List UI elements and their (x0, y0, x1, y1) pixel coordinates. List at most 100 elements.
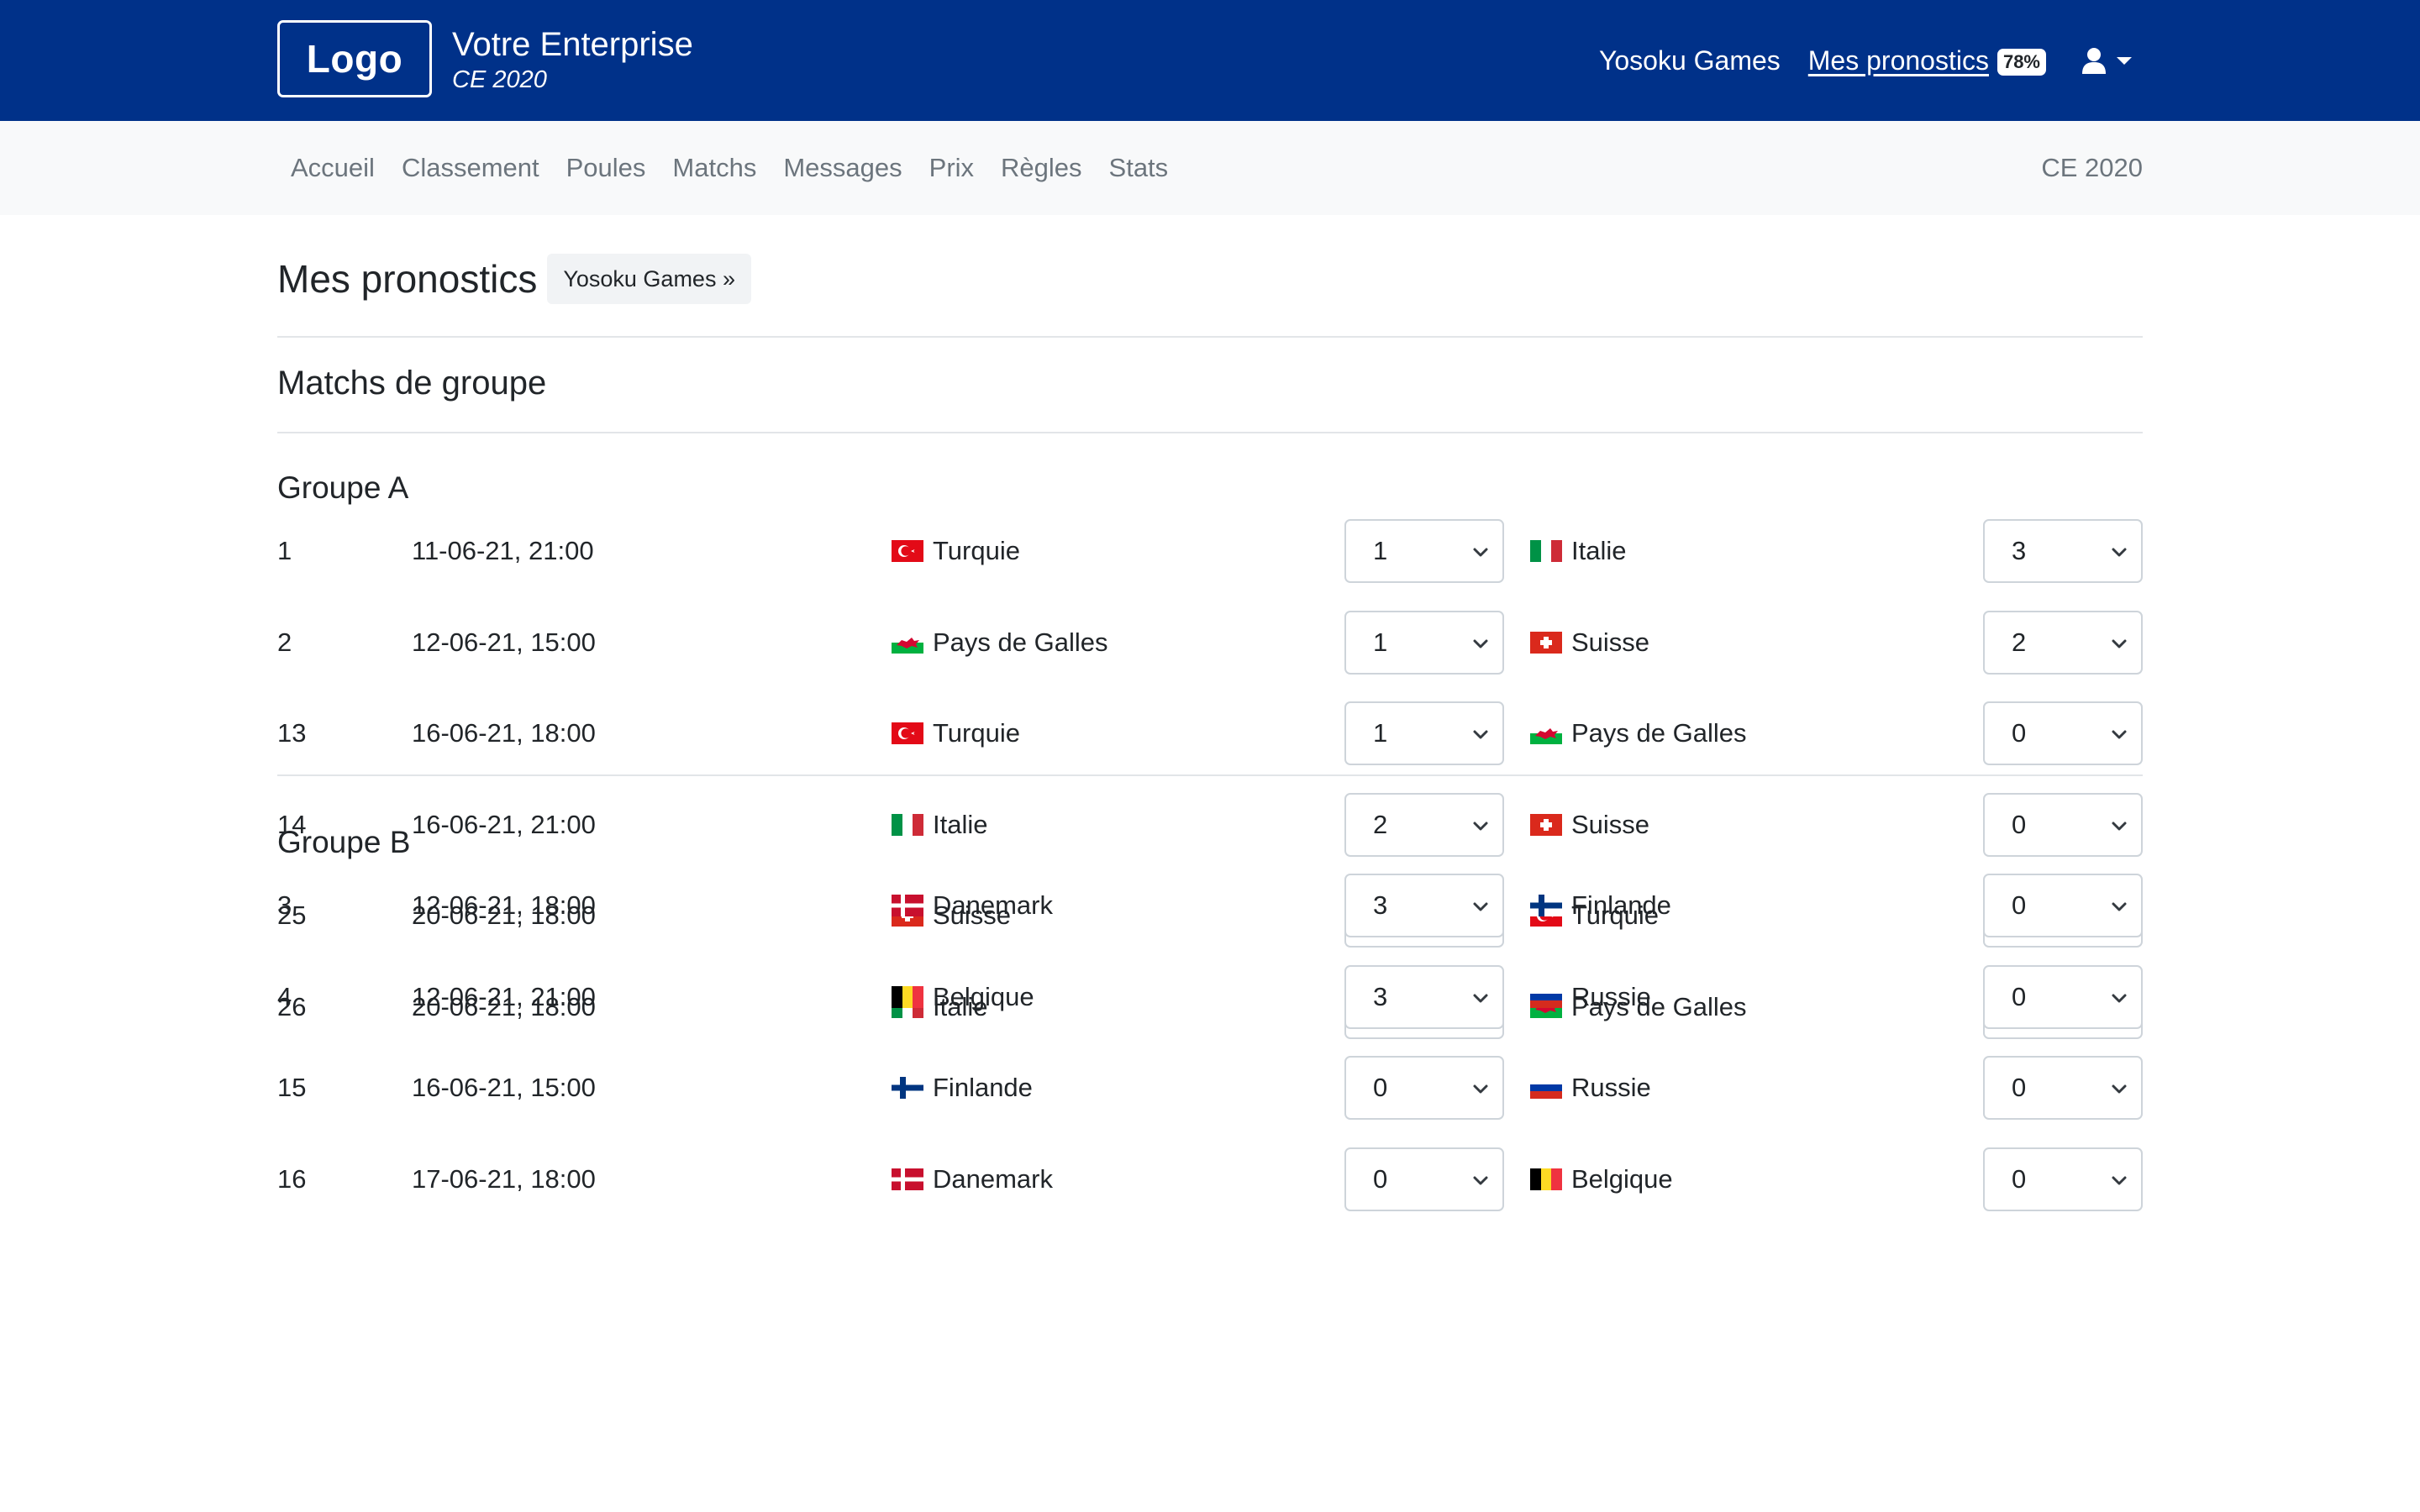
away-team-name: Russie (1571, 1073, 1651, 1102)
home-score-select[interactable]: 3 (1344, 874, 1504, 937)
home-score-value: 3 (1373, 982, 1388, 1011)
brand-title[interactable]: Votre Enterprise (452, 25, 693, 64)
away-team: Russie (1530, 1056, 1651, 1120)
nav-item-classement[interactable]: Classement (388, 153, 553, 183)
match-date: 16-06-21, 21:00 (412, 810, 596, 839)
home-score-value: 1 (1373, 627, 1388, 657)
home-team-name: Finlande (933, 1073, 1033, 1102)
away-score-select[interactable]: 2 (1983, 611, 2143, 675)
progress-badge: 78% (1996, 49, 2046, 76)
top-links: Yosoku Games Mes pronostics 78% (1599, 30, 2132, 91)
away-score-select[interactable]: 0 (1983, 1056, 2143, 1120)
home-score-value: 3 (1373, 890, 1388, 920)
home-team: Pays de Galles (892, 611, 1108, 675)
home-team-name: Danemark (933, 890, 1053, 920)
match-date: 16-06-21, 15:00 (412, 1073, 596, 1102)
match-number: 3 (277, 890, 292, 920)
page-header: Mes pronostics Yosoku Games » (277, 254, 751, 304)
home-score-value: 1 (1373, 718, 1388, 748)
away-score-value: 2 (2012, 627, 2027, 657)
subnav-items: Accueil Classement Poules Matchs Message… (277, 121, 1181, 215)
russia-flag-icon (1530, 1077, 1562, 1099)
match-row: 2 12-06-21, 15:00 Pays de Galles 1 Suisse 2 (277, 611, 2143, 675)
away-score-select[interactable]: 0 (1983, 793, 2143, 857)
away-score-select[interactable]: 0 (1983, 1147, 2143, 1211)
denmark-flag-icon (892, 1168, 923, 1190)
home-score-select[interactable]: 1 (1344, 701, 1504, 765)
belgium-flag-icon (892, 986, 923, 1008)
finland-flag-icon (892, 1077, 923, 1099)
group-title: Groupe B (277, 825, 411, 859)
section-title: Matchs de groupe (277, 365, 547, 402)
home-score-value: 0 (1373, 1073, 1388, 1102)
competition-label[interactable]: CE 2020 (2041, 121, 2143, 215)
away-team-name: Russie (1571, 982, 1651, 1011)
away-team-name: Finlande (1571, 890, 1671, 920)
home-team: Italie (892, 793, 987, 857)
away-team-name: Suisse (1571, 627, 1650, 657)
match-number: 16 (277, 1164, 307, 1194)
away-score-value: 0 (2012, 1164, 2027, 1194)
nav-item-accueil[interactable]: Accueil (277, 153, 388, 183)
nav-item-prix[interactable]: Prix (916, 153, 987, 183)
home-team: Finlande (892, 1056, 1033, 1120)
nav-item-poules[interactable]: Poules (553, 153, 660, 183)
home-score-select[interactable]: 0 (1344, 1147, 1504, 1211)
turkey-flag-icon (892, 540, 923, 562)
nav-item-matchs[interactable]: Matchs (659, 153, 770, 183)
match-row: 4 12-06-21, 21:00 Belgique 3 Russie 0 (277, 965, 2143, 1029)
group-title: Groupe A (277, 470, 409, 505)
match-number: 13 (277, 718, 307, 748)
away-team: Belgique (1530, 1147, 1673, 1211)
chevron-down-icon (2117, 56, 2132, 65)
nav-item-regles[interactable]: Règles (987, 153, 1096, 183)
logo[interactable]: Logo (277, 20, 432, 97)
away-score-value: 0 (2012, 982, 2027, 1011)
brand-subtitle: CE 2020 (452, 66, 547, 93)
match-date: 12-06-21, 21:00 (412, 982, 596, 1011)
nav-item-messages[interactable]: Messages (770, 153, 915, 183)
home-score-select[interactable]: 1 (1344, 611, 1504, 675)
away-team-name: Italie (1571, 536, 1627, 565)
home-score-select[interactable]: 0 (1344, 1056, 1504, 1120)
finland-flag-icon (1530, 895, 1562, 916)
nav-item-stats[interactable]: Stats (1096, 153, 1182, 183)
user-menu-dropdown[interactable] (2081, 47, 2132, 74)
home-team-name: Danemark (933, 1164, 1053, 1194)
my-predictions-link[interactable]: Mes pronostics 78% (1808, 45, 2046, 76)
turkey-flag-icon (892, 722, 923, 744)
away-score-select[interactable]: 0 (1983, 874, 2143, 937)
yosoku-games-button[interactable]: Yosoku Games » (547, 254, 751, 304)
away-team: Finlande (1530, 874, 1671, 937)
denmark-flag-icon (892, 895, 923, 916)
home-score-select[interactable]: 1 (1344, 519, 1504, 583)
home-score-select[interactable]: 3 (1344, 965, 1504, 1029)
match-number: 4 (277, 982, 292, 1011)
match-row: 16 17-06-21, 18:00 Danemark 0 Belgique 0 (277, 1147, 2143, 1211)
match-row: 15 16-06-21, 15:00 Finlande 0 Russie 0 (277, 1056, 2143, 1120)
match-row: 14 16-06-21, 21:00 Italie 2 Suisse 0 (277, 793, 2143, 857)
away-team: Suisse (1530, 793, 1649, 857)
match-date: 12-06-21, 15:00 (412, 627, 596, 657)
belgium-flag-icon (1530, 1168, 1562, 1190)
away-score-select[interactable]: 3 (1983, 519, 2143, 583)
logo-text: Logo (306, 37, 403, 81)
away-team: Suisse (1530, 611, 1649, 675)
page-title: Mes pronostics (277, 257, 538, 301)
home-team: Turquie (892, 701, 1020, 765)
switzerland-flag-icon (1530, 814, 1562, 836)
divider (277, 336, 2143, 338)
away-score-select[interactable]: 0 (1983, 965, 2143, 1029)
russia-flag-icon (1530, 986, 1562, 1008)
away-team-name: Belgique (1571, 1164, 1673, 1194)
away-team: Italie (1530, 519, 1626, 583)
home-score-value: 2 (1373, 810, 1388, 839)
yosoku-games-link[interactable]: Yosoku Games (1599, 45, 1781, 76)
home-score-select[interactable]: 2 (1344, 793, 1504, 857)
away-score-select[interactable]: 0 (1983, 701, 2143, 765)
home-team-name: Turquie (933, 718, 1020, 748)
away-team: Pays de Galles (1530, 701, 1747, 765)
home-team: Belgique (892, 965, 1034, 1029)
italy-flag-icon (1530, 540, 1562, 562)
home-score-value: 0 (1373, 1164, 1388, 1194)
